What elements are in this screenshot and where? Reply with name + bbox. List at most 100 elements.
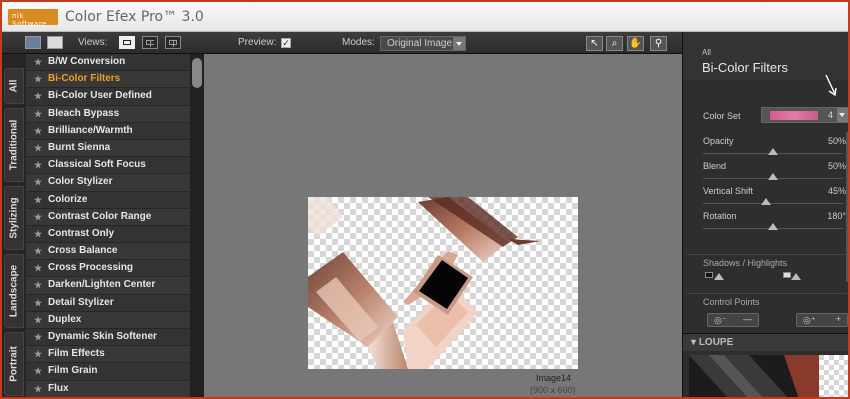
filter-item[interactable]: ★ Cross Balance — [26, 243, 190, 261]
filter-item[interactable]: ★ Cross Processing — [26, 260, 190, 278]
filter-list: ★ B/W Conversion ★ Bi-Color Filters ★ Bi-Colo… — [26, 54, 190, 397]
star-icon[interactable]: ★ — [34, 329, 42, 345]
star-icon[interactable]: ★ — [34, 243, 42, 259]
tab-portrait[interactable]: Portrait — [4, 332, 24, 396]
dropper-tool-icon[interactable]: ⚲ — [650, 36, 667, 51]
filter-item-label: Burnt Sienna — [48, 141, 111, 153]
panel-header: All Bi-Color Filters — [683, 32, 848, 80]
star-icon[interactable]: ★ — [34, 157, 42, 173]
star-icon[interactable]: ★ — [34, 277, 42, 293]
tab-stylizing[interactable]: Stylizing — [4, 186, 24, 250]
modes-select[interactable]: Original Image — [380, 36, 466, 51]
filter-item-label: Contrast Color Range — [48, 210, 152, 222]
slider-handle[interactable] — [768, 223, 778, 230]
filter-item-label: Detail Stylizer — [48, 296, 114, 308]
filter-item[interactable]: ★ Brilliance/Warmth — [26, 123, 190, 140]
hand-tool-icon[interactable]: ✋ — [627, 36, 644, 51]
list-view-icon[interactable] — [47, 36, 63, 49]
chevron-down-icon[interactable] — [837, 108, 848, 122]
star-icon[interactable]: ★ — [34, 106, 42, 122]
divider — [687, 293, 847, 294]
panel-scrollbar[interactable] — [846, 132, 848, 282]
filter-item[interactable]: ★ Bi-Color Filters — [26, 71, 190, 89]
tab-all[interactable]: All — [4, 68, 24, 104]
scrollbar-thumb[interactable] — [192, 58, 202, 88]
modes-select-value: Original Image — [387, 38, 453, 49]
tab-traditional[interactable]: Traditional — [4, 108, 24, 182]
slider-value: 45% — [827, 186, 846, 196]
panel-category: All — [702, 48, 711, 57]
split-view-button[interactable] — [142, 36, 158, 49]
filter-item-label: Bi-Color Filters — [48, 73, 121, 85]
filter-item[interactable]: ★ Contrast Only — [26, 226, 190, 244]
star-icon[interactable]: ★ — [34, 71, 42, 87]
shadows-icon — [705, 272, 713, 278]
star-icon[interactable]: ★ — [34, 123, 42, 139]
highlights-icon — [783, 272, 791, 278]
filter-item-label: Dynamic Skin Softener — [48, 331, 157, 342]
tab-landscape[interactable]: Landscape — [4, 254, 24, 328]
shadows-highlights-label[interactable]: Shadows / Highlights — [703, 258, 787, 268]
filter-item[interactable]: ★ B/W Conversion — [26, 54, 190, 72]
filter-item[interactable]: ★ Burnt Sienna — [26, 139, 190, 158]
star-icon[interactable]: ★ — [34, 88, 42, 104]
filter-item[interactable]: ★ Bi-Color User Defined — [26, 88, 190, 106]
filter-item[interactable]: ★ Film Effects — [26, 346, 190, 364]
preview-area[interactable]: Image14 (900 x 600) — [204, 54, 682, 397]
single-view-button[interactable] — [119, 36, 135, 49]
star-icon[interactable]: ★ — [34, 363, 42, 379]
filter-item-label: B/W Conversion — [48, 56, 126, 67]
star-icon[interactable]: ★ — [34, 140, 42, 156]
filter-item[interactable]: ★ Detail Stylizer — [26, 295, 190, 312]
star-icon[interactable]: ★ — [34, 192, 42, 208]
preview-image — [308, 197, 578, 369]
star-icon[interactable]: ★ — [34, 209, 42, 225]
side-by-side-view-button[interactable] — [165, 36, 181, 49]
star-icon[interactable]: ★ — [34, 381, 42, 397]
image-icon[interactable] — [25, 36, 41, 49]
slider-label: Vertical Shift — [703, 186, 754, 196]
filter-item[interactable]: ★ Color Stylizer — [26, 174, 190, 192]
filter-item[interactable]: ★ Duplex — [26, 311, 190, 329]
filter-item-label: Cross Balance — [48, 245, 118, 257]
highlights-slider-handle[interactable] — [791, 273, 801, 280]
pointer-tool-icon[interactable]: ↖ — [586, 36, 603, 51]
slider-handle[interactable] — [768, 173, 778, 180]
slider-value: 180° — [827, 211, 846, 221]
star-icon[interactable]: ★ — [34, 346, 42, 362]
image-name: Image14 — [536, 373, 572, 383]
filter-item[interactable]: ★ Dynamic Skin Softener — [26, 329, 190, 347]
filter-item[interactable]: ★ Flux — [26, 380, 190, 397]
star-icon[interactable]: ★ — [34, 174, 42, 190]
star-icon[interactable]: ★ — [34, 312, 42, 328]
slider-label: Rotation — [703, 211, 737, 221]
filter-item-label: Brilliance/Warmth — [48, 124, 133, 136]
chevron-down-icon — [453, 37, 465, 50]
shadows-slider-handle[interactable] — [714, 273, 724, 280]
filter-item[interactable]: ★ Bleach Bypass — [26, 105, 190, 123]
logo-text: nik Software — [12, 12, 47, 28]
image-size: (900 x 600) — [530, 385, 576, 395]
views-label: Views: — [78, 37, 108, 48]
filter-item-label: Bi-Color User Defined — [48, 90, 152, 102]
remove-control-point-button[interactable]: ◎⁺ + — [796, 313, 848, 327]
filter-item[interactable]: ★ Colorize — [26, 192, 190, 209]
preview-checkbox[interactable]: ✓ — [281, 38, 291, 48]
filter-item[interactable]: ★ Darken/Lighten Center — [26, 277, 190, 295]
slider-track[interactable] — [703, 203, 843, 204]
filter-item[interactable]: ★ Classical Soft Focus — [26, 157, 190, 175]
add-control-point-button[interactable]: ◎⁻ — — [707, 313, 759, 327]
star-icon[interactable]: ★ — [34, 226, 42, 242]
star-icon[interactable]: ★ — [34, 54, 42, 70]
star-icon[interactable]: ★ — [34, 295, 42, 311]
zoom-tool-icon[interactable]: ⌕ — [606, 36, 623, 51]
slider-handle[interactable] — [768, 148, 778, 155]
filter-list-scrollbar[interactable] — [190, 54, 204, 397]
filter-item[interactable]: ★ Contrast Color Range — [26, 208, 190, 226]
filter-item-label: Colorize — [48, 193, 88, 205]
star-icon[interactable]: ★ — [34, 260, 42, 276]
color-set-select[interactable]: 4 — [761, 107, 848, 123]
loupe-header[interactable]: ▾ LOUPE — [683, 333, 848, 351]
slider-handle[interactable] — [761, 198, 771, 205]
filter-item[interactable]: ★ Film Grain — [26, 363, 190, 381]
